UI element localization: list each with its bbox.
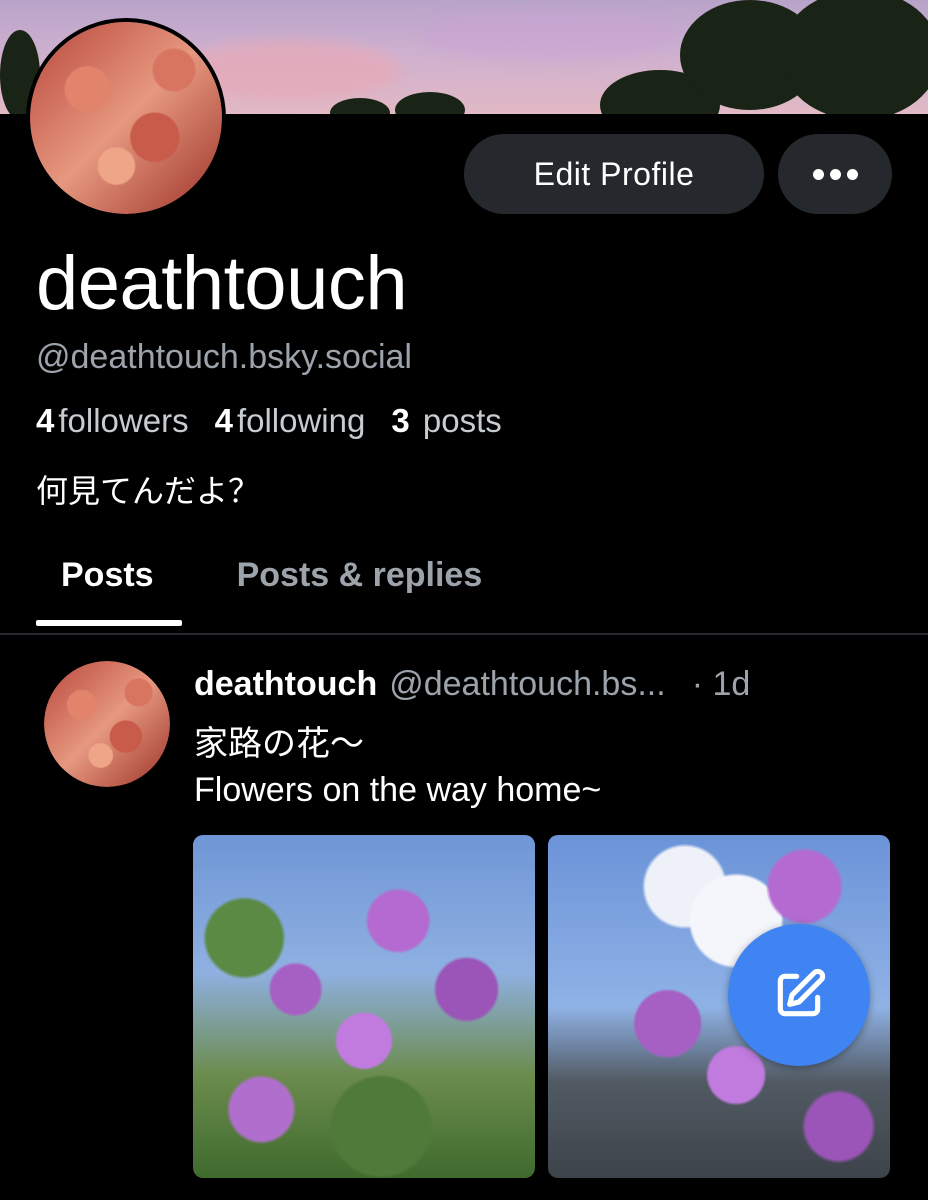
post-timestamp: · 1d [691,665,751,703]
followers-count: 4 [36,402,55,439]
display-name: deathtouch [36,241,408,326]
followers-stat[interactable]: 4 followers [36,402,189,440]
tab-posts-and-replies[interactable]: Posts & replies [212,552,508,626]
post-body: 家路の花〜 Flowers on the way home~ [194,721,601,813]
profile-stats: 4 followers 4 following 3 posts [36,402,502,440]
following-stat[interactable]: 4 following [215,402,366,440]
post-text-line: Flowers on the way home~ [194,771,602,809]
compose-button[interactable] [728,924,870,1066]
post-author-handle[interactable]: @deathtouch.bs... [389,665,665,704]
following-count: 4 [214,402,233,439]
posts-stat: 3 posts [391,402,501,440]
profile-avatar[interactable] [26,18,226,218]
post-text-line: 家路の花〜 [194,725,364,763]
post-header: deathtouch @deathtouch.bs... · 1d [194,665,834,704]
avatar-image [44,661,170,787]
post-author-name[interactable]: deathtouch [194,665,377,704]
profile-tabs: Posts Posts & replies [36,552,507,634]
profile-bio: 何見てんだよ？ [36,473,261,509]
profile-handle: @deathtouch.bsky.social [36,338,412,376]
post-image-flowers-1[interactable] [193,835,535,1178]
more-options-button[interactable] [778,134,892,214]
ellipsis-icon [812,168,824,180]
edit-profile-button[interactable]: Edit Profile [464,134,764,214]
tab-posts[interactable]: Posts [36,552,182,626]
tab-replies-label: Posts & replies [236,556,483,594]
avatar-image [30,22,222,214]
followers-label: followers [58,402,189,439]
tab-posts-label: Posts [61,556,154,594]
active-tab-indicator [36,620,182,626]
feed-post[interactable]: deathtouch @deathtouch.bs... · 1d 家路の花〜 … [0,635,928,1200]
post-author-avatar[interactable] [44,661,170,787]
posts-count: 3 [391,402,410,439]
compose-icon [777,968,826,1017]
following-label: following [236,402,366,439]
posts-label: posts [422,402,502,439]
